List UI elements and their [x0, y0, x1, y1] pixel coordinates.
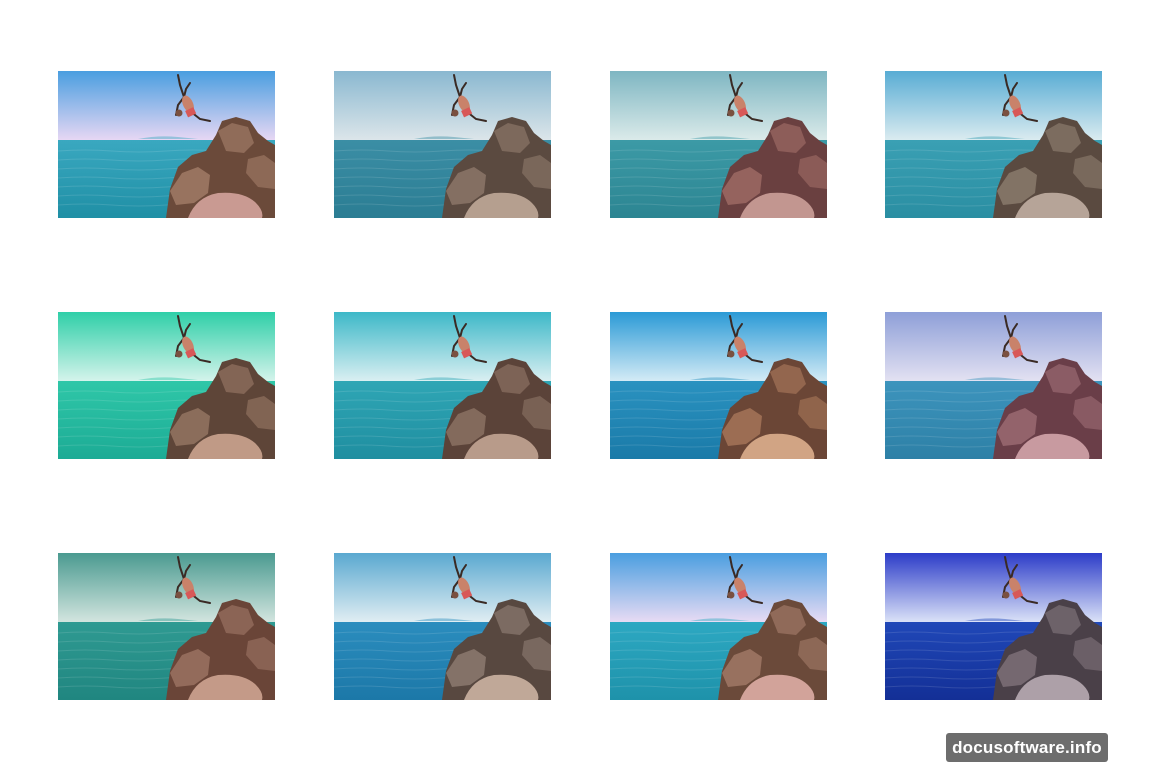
- cliff-jump-photo: [610, 553, 827, 700]
- photo-thumbnail[interactable]: [610, 312, 827, 459]
- photo-thumbnail[interactable]: [58, 553, 275, 700]
- cliff-jump-photo: [58, 312, 275, 459]
- person-head: [727, 591, 735, 599]
- cliff-jump-photo: [885, 553, 1102, 700]
- person-head: [175, 109, 183, 117]
- watermark-badge: docusoftware.info: [946, 733, 1108, 762]
- cliff-jump-photo: [58, 553, 275, 700]
- photo-thumbnail[interactable]: [58, 312, 275, 459]
- person-head: [175, 591, 183, 599]
- cliff-jump-photo: [334, 553, 551, 700]
- cliff-jump-photo: [610, 312, 827, 459]
- cliff-jump-photo: [334, 312, 551, 459]
- photo-thumbnail[interactable]: [610, 71, 827, 218]
- photo-thumbnail[interactable]: [58, 71, 275, 218]
- photo-thumbnail[interactable]: [334, 553, 551, 700]
- person-head: [451, 109, 459, 117]
- photo-thumbnail[interactable]: [610, 553, 827, 700]
- photo-thumbnail[interactable]: [885, 71, 1102, 218]
- person-head: [1002, 109, 1010, 117]
- cliff-jump-photo: [334, 71, 551, 218]
- person-head: [1002, 591, 1010, 599]
- person-head: [451, 350, 459, 358]
- person-head: [727, 350, 735, 358]
- photo-thumbnail[interactable]: [885, 553, 1102, 700]
- photo-thumbnail[interactable]: [334, 312, 551, 459]
- cliff-jump-photo: [885, 312, 1102, 459]
- cliff-jump-photo: [610, 71, 827, 218]
- photo-thumbnail[interactable]: [885, 312, 1102, 459]
- photo-thumbnail[interactable]: [334, 71, 551, 218]
- person-head: [451, 591, 459, 599]
- person-head: [727, 109, 735, 117]
- cliff-jump-photo: [58, 71, 275, 218]
- person-head: [175, 350, 183, 358]
- cliff-jump-photo: [885, 71, 1102, 218]
- person-head: [1002, 350, 1010, 358]
